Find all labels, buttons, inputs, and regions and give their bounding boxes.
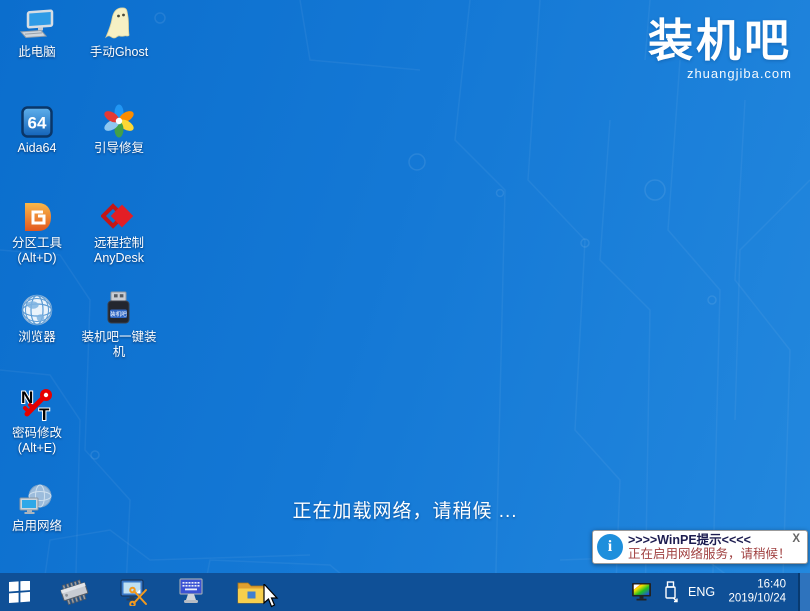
tray-date: 2019/10/24 bbox=[728, 593, 786, 605]
info-icon: i bbox=[597, 534, 623, 560]
desktop-icon-label: 引导修复 bbox=[93, 141, 144, 155]
toast-body: >>>>WinPE提示<<<< X 正在启用网络服务，请稍候！ bbox=[628, 533, 801, 562]
monitor-scissors-icon bbox=[120, 579, 147, 606]
desktop-icon-label: 分区工具 (Alt+D) bbox=[11, 236, 62, 265]
desktop-icon-label: Aida64 bbox=[17, 141, 57, 155]
pinwheel-icon bbox=[102, 102, 136, 138]
tray-language-indicator[interactable]: ENG bbox=[688, 585, 715, 599]
aida64-icon: 64 bbox=[21, 102, 53, 138]
desktop-icon-browser[interactable]: 浏览器 bbox=[0, 291, 80, 345]
taskbar-item-memory-tool[interactable] bbox=[59, 578, 91, 606]
taskbar-item-file-explorer[interactable] bbox=[236, 579, 266, 605]
tray-usb-icon[interactable] bbox=[663, 581, 680, 603]
desktop-icon-enable-network[interactable]: 启用网络 bbox=[0, 480, 80, 534]
close-icon[interactable]: X bbox=[791, 533, 801, 546]
toast-title: >>>>WinPE提示<<<< bbox=[628, 532, 751, 547]
show-desktop-button[interactable] bbox=[798, 573, 810, 611]
desktop-icon-boot-repair[interactable]: 引导修复 bbox=[76, 102, 162, 156]
keyboard-monitor-icon bbox=[179, 578, 203, 603]
notification-toast: i >>>>WinPE提示<<<< X 正在启用网络服务，请稍候！ bbox=[592, 530, 808, 564]
desktop-icon-password-edit[interactable]: N T 密码修改 (Alt+E) bbox=[0, 387, 80, 456]
folder-icon bbox=[237, 582, 265, 604]
desktop-icon-label: 此电脑 bbox=[18, 45, 56, 59]
tray-time: 16:40 bbox=[757, 578, 786, 591]
windows-logo-icon bbox=[9, 581, 30, 603]
network-globe-monitor-icon bbox=[19, 480, 55, 516]
svg-text:装机吧: 装机吧 bbox=[110, 310, 127, 318]
this-pc-icon bbox=[19, 6, 55, 42]
tray-clock[interactable]: 16:40 2019/10/24 bbox=[728, 578, 786, 607]
ghost-icon bbox=[101, 6, 137, 42]
desktop-icon-aida64[interactable]: 64 Aida64 bbox=[0, 102, 80, 156]
globe-icon bbox=[20, 291, 54, 327]
desktop-icon-label: 装机吧一键装 机 bbox=[81, 330, 157, 359]
start-button[interactable] bbox=[9, 581, 31, 603]
desktop-icon-label: 启用网络 bbox=[11, 519, 62, 533]
usb-drive-icon: 装机吧 bbox=[103, 291, 135, 327]
desktop-icon-label: 密码修改 (Alt+E) bbox=[11, 426, 62, 455]
desktop-icon-partition-tool[interactable]: 分区工具 (Alt+D) bbox=[0, 197, 80, 266]
desktop-icon-label: 浏览器 bbox=[18, 330, 56, 344]
winpe-desktop: 装机吧 zhuangjiba.com 此电脑 64 Aida64 分区工具 (A… bbox=[0, 0, 810, 611]
desktop-icon-manual-ghost[interactable]: 手动Ghost bbox=[76, 6, 162, 60]
toast-message: 正在启用网络服务，请稍候！ bbox=[628, 547, 791, 561]
anydesk-diamond-icon bbox=[101, 197, 137, 233]
brand-logo-domain: zhuangjiba.com bbox=[686, 66, 792, 81]
desktop-icon-this-pc[interactable]: 此电脑 bbox=[0, 6, 80, 60]
desktop-icon-one-click-install[interactable]: 装机吧 装机吧一键装 机 bbox=[76, 291, 162, 360]
desktop-icon-label: 远程控制 AnyDesk bbox=[93, 236, 145, 265]
taskbar-item-screenshot-tool[interactable] bbox=[119, 578, 149, 606]
ram-chip-icon bbox=[60, 579, 89, 606]
svg-text:64: 64 bbox=[28, 114, 47, 133]
tray-display-color-icon[interactable] bbox=[631, 583, 652, 602]
brand-logo: 装机吧 zhuangjiba.com bbox=[648, 18, 792, 81]
desktop-icon-anydesk[interactable]: 远程控制 AnyDesk bbox=[76, 197, 162, 266]
brand-logo-title: 装机吧 bbox=[647, 15, 792, 66]
desktop-icon-label: 手动Ghost bbox=[89, 45, 149, 59]
svg-text:T: T bbox=[39, 405, 50, 423]
nt-password-key-icon: N T bbox=[19, 387, 55, 423]
loading-status-text: 正在加载网络，请稍候 ... bbox=[292, 501, 518, 522]
taskbar-item-onscreen-keyboard[interactable] bbox=[176, 578, 206, 606]
diskgenius-icon bbox=[21, 197, 53, 233]
taskbar: ENG 16:40 2019/10/24 bbox=[0, 573, 810, 611]
mouse-cursor bbox=[263, 582, 281, 611]
